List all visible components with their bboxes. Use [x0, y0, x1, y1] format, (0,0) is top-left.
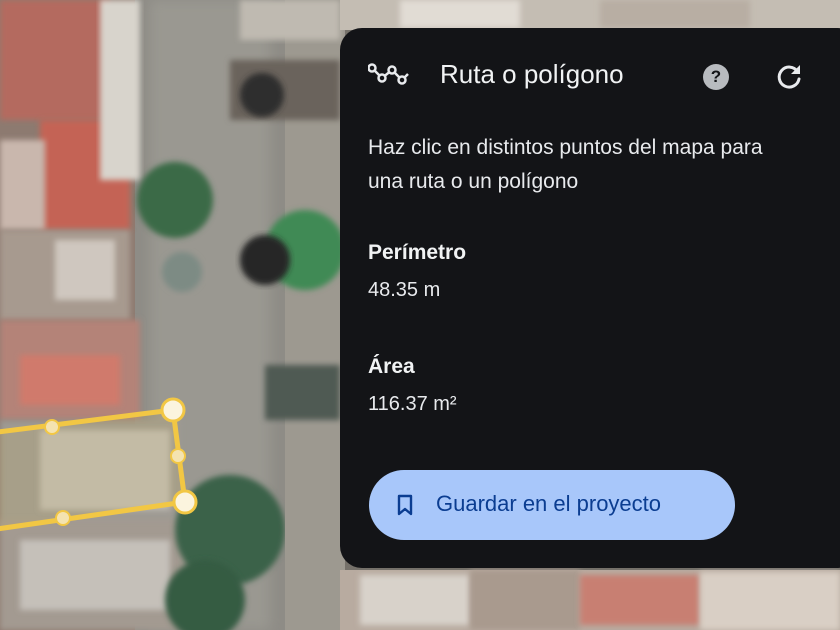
instructions-text: Haz clic en distintos puntos del mapa pa… [368, 131, 840, 199]
panel-title: Ruta o polígono [440, 59, 624, 89]
area-label: Área [368, 355, 415, 378]
perimeter-label: Perímetro [368, 241, 467, 264]
area-value: 116.37 m² [368, 393, 457, 415]
polygon-vertex-handle[interactable] [172, 489, 198, 515]
measure-panel: Ruta o polígono ? Haz clic en distintos … [340, 28, 840, 568]
route-polygon-icon [368, 63, 409, 85]
polygon-fill [0, 407, 188, 532]
perimeter-value: 48.35 m [368, 279, 441, 301]
panel-header: Ruta o polígono ? [340, 28, 840, 128]
refresh-icon[interactable] [774, 62, 804, 92]
save-button-label: Guardar en el proyecto [436, 491, 662, 516]
polygon-midpoint-handle[interactable] [170, 448, 186, 464]
polygon-midpoint-handle[interactable] [44, 419, 60, 435]
instructions-line: una ruta o un polígono [368, 170, 579, 193]
instructions-line: Haz clic en distintos puntos del mapa pa… [368, 136, 763, 159]
bookmark-icon [397, 494, 413, 516]
polygon-vertex-handle[interactable] [160, 397, 186, 423]
polygon-midpoint-handle[interactable] [55, 510, 71, 526]
help-icon[interactable]: ? [703, 64, 729, 90]
save-to-project-button[interactable]: Guardar en el proyecto [369, 470, 735, 540]
